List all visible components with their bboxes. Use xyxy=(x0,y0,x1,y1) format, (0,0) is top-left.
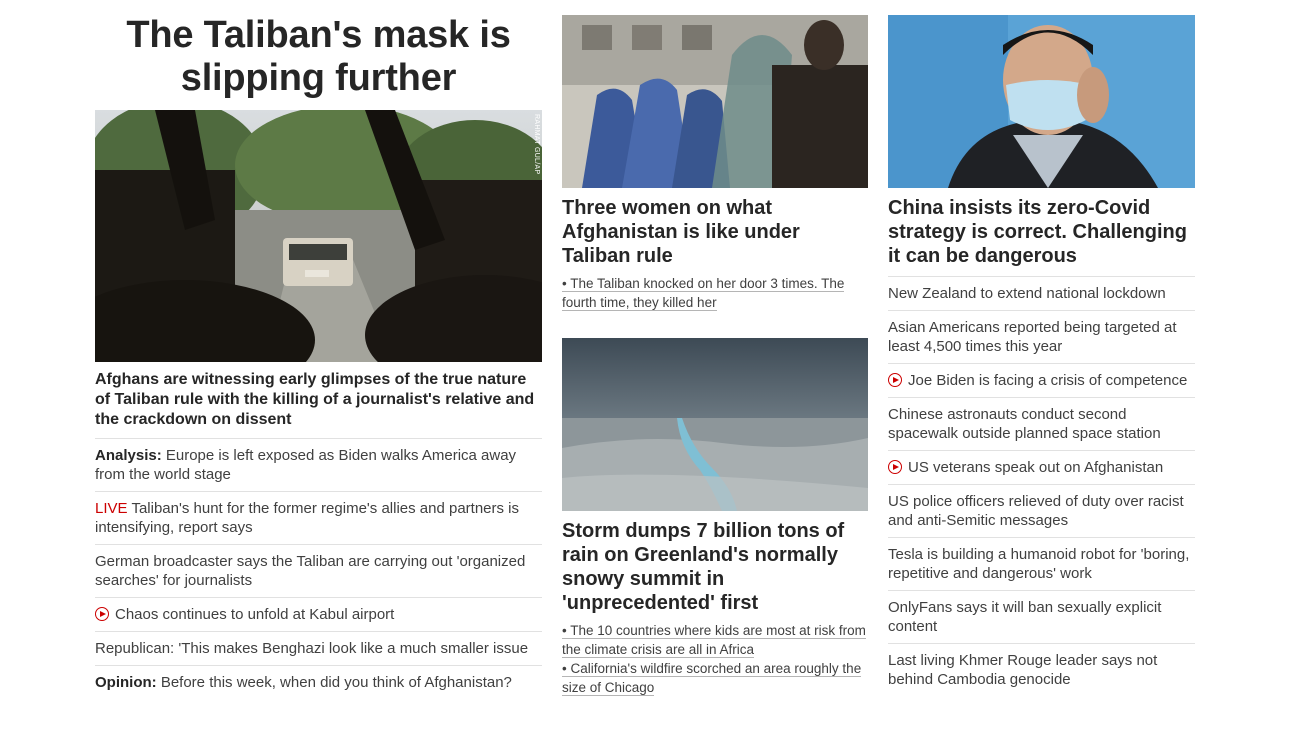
greenland-photo[interactable] xyxy=(562,338,868,511)
related-link-hunt[interactable]: LIVE Taliban's hunt for the former regim… xyxy=(95,500,519,536)
list-item: German broadcaster says the Taliban are … xyxy=(95,544,542,597)
right-column-list: New Zealand to extend national lockdown … xyxy=(888,276,1195,696)
china-covid-headline[interactable]: China insists its zero-Covid strategy is… xyxy=(888,196,1195,268)
play-video-icon xyxy=(95,607,109,621)
lead-story-column: The Taliban's mask is slipping further R… xyxy=(95,0,542,699)
related-link-europe[interactable]: Analysis: Europe is left exposed as Bide… xyxy=(95,447,516,483)
related-link-kabul-airport[interactable]: Chaos continues to unfold at Kabul airpo… xyxy=(95,606,394,623)
related-link-benghazi[interactable]: Republican: 'This makes Benghazi look li… xyxy=(95,640,528,657)
opinion-label: Opinion: xyxy=(95,674,157,691)
link-tesla-robot[interactable]: Tesla is building a humanoid robot for '… xyxy=(888,546,1189,582)
sublink-taliban-door[interactable]: • The Taliban knocked on her door 3 time… xyxy=(562,274,868,312)
women-afghanistan-sublinks: • The Taliban knocked on her door 3 time… xyxy=(562,274,868,312)
list-item: Chaos continues to unfold at Kabul airpo… xyxy=(95,597,542,631)
link-police-officers[interactable]: US police officers relieved of duty over… xyxy=(888,493,1184,529)
lead-story-related-list: Analysis: Europe is left exposed as Bide… xyxy=(95,438,542,699)
link-onlyfans[interactable]: OnlyFans says it will ban sexually expli… xyxy=(888,599,1161,635)
list-item: Last living Khmer Rouge leader says not … xyxy=(888,643,1195,696)
list-item: Republican: 'This makes Benghazi look li… xyxy=(95,631,542,665)
middle-column: Three women on what Afghanistan is like … xyxy=(562,0,868,697)
live-badge: LIVE xyxy=(95,500,128,517)
play-video-icon xyxy=(888,373,902,387)
list-item: Opinion: Before this week, when did you … xyxy=(95,665,542,699)
link-us-veterans[interactable]: US veterans speak out on Afghanistan xyxy=(888,459,1163,476)
list-item: OnlyFans says it will ban sexually expli… xyxy=(888,590,1195,643)
list-item: Chinese astronauts conduct second spacew… xyxy=(888,397,1195,450)
list-item: Tesla is building a humanoid robot for '… xyxy=(888,537,1195,590)
lead-story-photo[interactable]: RAHMAT GUL/AP xyxy=(95,110,542,362)
greenland-headline[interactable]: Storm dumps 7 billion tons of rain on Gr… xyxy=(562,519,868,615)
list-item: US police officers relieved of duty over… xyxy=(888,484,1195,537)
sublink-climate-africa[interactable]: • The 10 countries where kids are most a… xyxy=(562,621,868,659)
list-item: Analysis: Europe is left exposed as Bide… xyxy=(95,438,542,491)
china-covid-photo[interactable] xyxy=(888,15,1195,188)
taliban-vehicle-image xyxy=(95,110,542,362)
related-link-german-broadcaster[interactable]: German broadcaster says the Taliban are … xyxy=(95,553,525,589)
list-item: New Zealand to extend national lockdown xyxy=(888,276,1195,310)
news-page: The Taliban's mask is slipping further R… xyxy=(0,0,1290,738)
greenland-sublinks: • The 10 countries where kids are most a… xyxy=(562,621,868,697)
lead-story-title[interactable]: The Taliban's mask is slipping further xyxy=(95,14,542,100)
greenland-river-image xyxy=(562,338,868,511)
link-chinese-astronauts[interactable]: Chinese astronauts conduct second spacew… xyxy=(888,406,1161,442)
play-video-icon xyxy=(888,460,902,474)
link-khmer-rouge[interactable]: Last living Khmer Rouge leader says not … xyxy=(888,652,1157,688)
analysis-label: Analysis: xyxy=(95,447,162,464)
sublink-california-wildfire[interactable]: • California's wildfire scorched an area… xyxy=(562,659,868,697)
women-afghanistan-headline[interactable]: Three women on what Afghanistan is like … xyxy=(562,196,868,268)
list-item: LIVE Taliban's hunt for the former regim… xyxy=(95,491,542,544)
burqa-women-image xyxy=(562,15,868,188)
photo-credit: RAHMAT GUL/AP xyxy=(533,114,540,175)
link-asian-americans[interactable]: Asian Americans reported being targeted … xyxy=(888,319,1177,355)
related-link-opinion[interactable]: Opinion: Before this week, when did you … xyxy=(95,674,512,691)
lead-story-headline[interactable]: Afghans are witnessing early glimpses of… xyxy=(95,370,542,430)
list-item: Asian Americans reported being targeted … xyxy=(888,310,1195,363)
right-column: China insists its zero-Covid strategy is… xyxy=(888,0,1195,696)
link-biden-crisis[interactable]: Joe Biden is facing a crisis of competen… xyxy=(888,372,1187,389)
list-item: Joe Biden is facing a crisis of competen… xyxy=(888,363,1195,397)
link-nz-lockdown[interactable]: New Zealand to extend national lockdown xyxy=(888,285,1166,302)
list-item: US veterans speak out on Afghanistan xyxy=(888,450,1195,484)
women-afghanistan-photo[interactable] xyxy=(562,15,868,188)
masked-man-image xyxy=(888,15,1195,188)
